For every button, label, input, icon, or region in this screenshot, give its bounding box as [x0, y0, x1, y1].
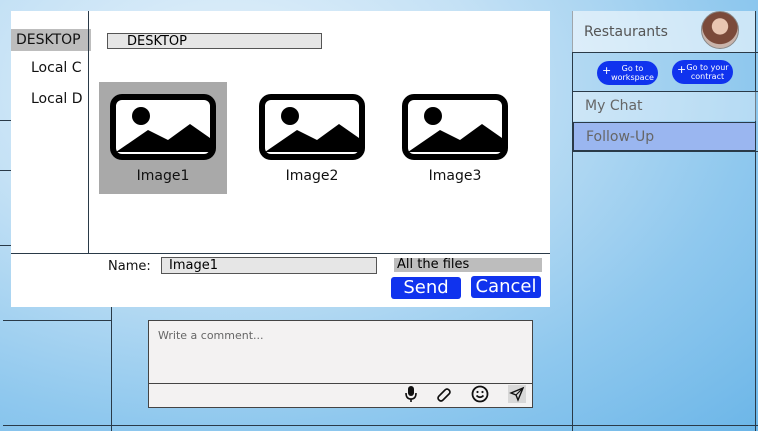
comment-placeholder: Write a comment...	[158, 329, 264, 342]
divider	[111, 300, 112, 431]
send-icon[interactable]	[508, 385, 526, 403]
menu-item-my-chat[interactable]: My Chat	[573, 92, 756, 121]
plus-icon: +	[677, 63, 687, 76]
name-input[interactable]: Image1	[161, 257, 377, 274]
image-icon	[110, 94, 216, 160]
avatar[interactable]	[701, 11, 739, 49]
path-field[interactable]: DESKTOP	[107, 33, 322, 49]
send-button[interactable]: Send	[391, 277, 461, 299]
sidebar-item-local-c[interactable]: Local C	[31, 60, 82, 76]
file-name: Image3	[428, 168, 482, 184]
workspace-button-label: Go to workspace	[611, 64, 654, 82]
cancel-button[interactable]: Cancel	[471, 276, 541, 298]
paperclip-icon[interactable]	[435, 385, 453, 403]
divider	[0, 170, 11, 171]
divider	[0, 245, 11, 246]
file-dialog: DESKTOP Local C Local D DESKTOP Image1 I…	[11, 11, 550, 307]
footer-divider	[11, 253, 550, 254]
go-to-contract-button[interactable]: + Go to your contract	[672, 60, 733, 84]
divider	[3, 425, 758, 426]
image-icon	[402, 94, 508, 160]
divider	[3, 320, 111, 321]
divider	[755, 11, 756, 431]
microphone-icon[interactable]	[402, 385, 420, 403]
file-type-select[interactable]: All the files	[394, 258, 542, 272]
sidebar-item-local-d[interactable]: Local D	[31, 91, 83, 107]
file-tile-image1[interactable]: Image1	[99, 82, 227, 194]
divider	[572, 52, 758, 53]
restaurants-title: Restaurants	[584, 24, 668, 40]
sidebar-divider	[88, 11, 89, 253]
file-name: Image2	[285, 168, 339, 184]
divider	[0, 120, 11, 121]
file-tile-image3[interactable]: Image3	[391, 82, 519, 194]
file-tile-image2[interactable]: Image2	[248, 82, 376, 194]
image-icon	[259, 94, 365, 160]
file-name: Image1	[136, 168, 190, 184]
divider	[572, 11, 573, 431]
name-label: Name:	[108, 259, 151, 274]
comment-toolbar-divider	[149, 383, 532, 384]
contract-button-label: Go to your contract	[686, 63, 729, 81]
menu-item-follow-up[interactable]: Follow-Up	[573, 122, 756, 151]
go-to-workspace-button[interactable]: + Go to workspace	[597, 61, 658, 85]
smiley-icon[interactable]	[471, 385, 489, 403]
sidebar-item-desktop[interactable]: DESKTOP	[11, 29, 91, 51]
plus-icon: +	[602, 64, 612, 77]
